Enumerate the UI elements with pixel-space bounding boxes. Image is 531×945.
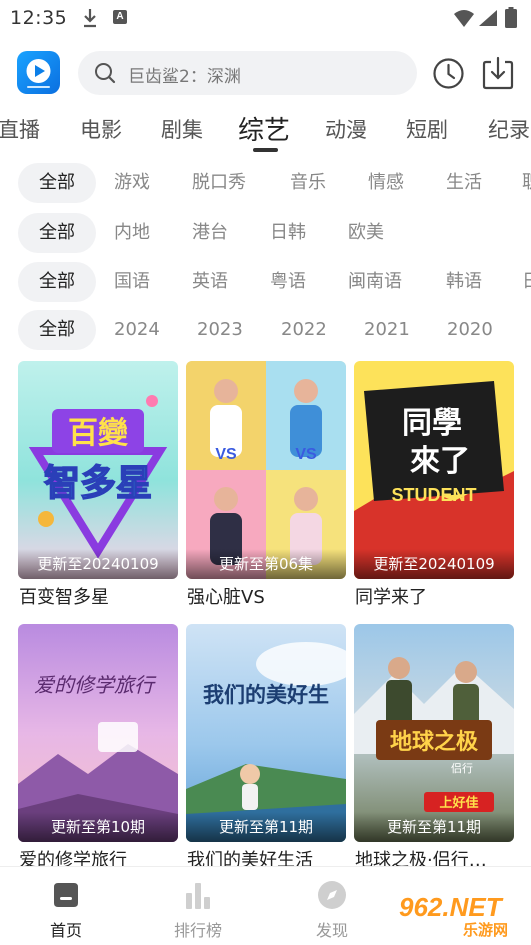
- filter-row-region: 全部 内地 港台 日韩 欧美: [0, 213, 531, 253]
- poster-title-line2: 來了: [410, 444, 470, 479]
- filter-language-cantonese[interactable]: 粤语: [270, 262, 306, 302]
- update-status: 更新至20240109: [354, 549, 514, 579]
- filter-region-mainland[interactable]: 内地: [114, 213, 150, 253]
- update-status: 更新至第11期: [186, 812, 346, 842]
- poster-sponsor: 上好佳: [439, 795, 478, 811]
- filter-language-all[interactable]: 全部: [18, 262, 96, 302]
- filter-row-language: 全部 国语 英语 粤语 闽南语 韩语 日: [0, 262, 531, 302]
- poster-title-line1: 爱的修学旅行: [34, 673, 157, 697]
- filter-genre-game[interactable]: 游戏: [114, 163, 150, 203]
- poster-image[interactable]: 地球之极 侣行 上好佳 更新至第11期: [354, 624, 514, 842]
- home-icon: [54, 883, 78, 907]
- poster-image[interactable]: 百變 智多星 更新至20240109: [18, 361, 178, 579]
- channel-tabs: 直播 电影 剧集 综艺 动漫 短剧 纪录: [0, 108, 531, 158]
- filter-year-2022[interactable]: 2022: [281, 310, 327, 350]
- filter-language-more[interactable]: 日: [522, 262, 531, 302]
- tab-live[interactable]: 直播: [0, 114, 40, 144]
- poster-image[interactable]: VS VS 更新至第06集: [186, 361, 346, 579]
- show-title: 百变智多星: [19, 587, 109, 608]
- nav-ranking-label: 排行榜: [173, 921, 222, 940]
- poster-image[interactable]: 我们的美好生 更新至第11期: [186, 624, 346, 842]
- compass-icon: [318, 881, 346, 909]
- filter-row-year: 全部 2024 2023 2022 2021 2020: [0, 310, 531, 350]
- filter-language-minnan[interactable]: 闽南语: [348, 262, 402, 302]
- filter-language-english[interactable]: 英语: [192, 262, 228, 302]
- poster-title-line3: STUDENT: [392, 485, 477, 505]
- status-bar: 12:35 A: [0, 0, 531, 36]
- search-placeholder: 巨齿鲨2：深渊: [128, 67, 241, 87]
- poster-title-line2: 智多星: [44, 463, 152, 504]
- poster-image[interactable]: 同學 來了 STUDENT 更新至20240109: [354, 361, 514, 579]
- update-status: 更新至第11期: [354, 812, 514, 842]
- filter-genre-emotion[interactable]: 情感: [368, 163, 404, 203]
- app-logo[interactable]: [17, 51, 60, 94]
- download-notification-icon: [84, 9, 96, 28]
- poster-artwork: VS VS: [186, 361, 346, 579]
- poster-title-line1: 我们的美好生: [203, 682, 329, 707]
- poster-artwork: 我们的美好生: [186, 642, 346, 842]
- poster-artwork: 地球之极 侣行 上好佳: [354, 657, 514, 812]
- nav-ranking[interactable]: 排行榜: [153, 867, 243, 945]
- tab-anime[interactable]: 动漫: [325, 114, 367, 144]
- nav-discover-label: 发现: [315, 921, 348, 940]
- battery-icon: [505, 7, 517, 28]
- filter-genre-life[interactable]: 生活: [446, 163, 482, 203]
- active-tab-indicator: [253, 148, 278, 152]
- poster-title-line2: 侣行: [451, 761, 473, 775]
- update-status: 更新至第06集: [186, 549, 346, 579]
- filter-genre-more[interactable]: 职: [522, 163, 531, 203]
- watermark-sub: 乐游网: [463, 921, 509, 939]
- poster-title-line1: 地球之极: [390, 729, 479, 755]
- filter-language-mandarin[interactable]: 国语: [114, 262, 150, 302]
- tab-documentary[interactable]: 纪录: [488, 114, 530, 144]
- poster-image[interactable]: 爱的修学旅行 更新至第10期: [18, 624, 178, 842]
- filter-region-all[interactable]: 全部: [18, 213, 96, 253]
- wifi-icon: [454, 10, 474, 27]
- filter-year-2024[interactable]: 2024: [114, 310, 160, 350]
- poster-vs-badge: VS: [295, 446, 317, 463]
- filter-region-hktw[interactable]: 港台: [192, 213, 228, 253]
- filter-year-2023[interactable]: 2023: [197, 310, 243, 350]
- filter-region-jpkr[interactable]: 日韩: [270, 213, 306, 253]
- filter-genre-all[interactable]: 全部: [18, 163, 96, 203]
- video-play-app-logo-icon: [26, 59, 51, 88]
- filter-genre-music[interactable]: 音乐: [290, 163, 326, 203]
- poster-artwork: 同學 來了 STUDENT: [354, 381, 514, 579]
- nav-home[interactable]: 首页: [21, 867, 111, 945]
- poster-artwork: 百變 智多星: [28, 395, 168, 559]
- filter-language-korean[interactable]: 韩语: [446, 262, 482, 302]
- tab-movies[interactable]: 电影: [80, 114, 122, 144]
- nav-discover[interactable]: 发现: [287, 867, 377, 945]
- tab-series[interactable]: 剧集: [161, 114, 203, 144]
- filter-year-2020[interactable]: 2020: [447, 310, 493, 350]
- show-title: 强心脏VS: [187, 587, 265, 608]
- site-watermark: 962.NET 乐游网: [395, 892, 525, 940]
- nav-home-label: 首页: [49, 921, 82, 940]
- filter-genre-talkshow[interactable]: 脱口秀: [192, 163, 246, 203]
- poster-title-line1: 百變: [68, 416, 128, 451]
- update-status: 更新至第10期: [18, 812, 178, 842]
- search-icon: [95, 63, 116, 84]
- poster-artwork: 爱的修学旅行: [18, 673, 178, 842]
- update-status: 更新至20240109: [18, 549, 178, 579]
- download-icon[interactable]: [482, 56, 514, 90]
- filter-year-all[interactable]: 全部: [18, 310, 96, 350]
- tab-short-drama[interactable]: 短剧: [406, 114, 448, 144]
- history-clock-icon[interactable]: [432, 57, 465, 90]
- filter-region-western[interactable]: 欧美: [348, 213, 384, 253]
- tab-variety[interactable]: 综艺: [238, 110, 290, 147]
- show-title: 同学来了: [355, 587, 427, 608]
- filter-year-2021[interactable]: 2021: [364, 310, 410, 350]
- status-time: 12:35: [10, 7, 68, 29]
- app-notification-icon: A: [113, 10, 127, 24]
- bar-chart-icon: [186, 883, 210, 909]
- poster-vs-badge: VS: [215, 446, 237, 463]
- signal-icon: [479, 10, 497, 26]
- poster-title-line1: 同學: [402, 406, 462, 441]
- search-input[interactable]: 巨齿鲨2：深渊: [78, 51, 417, 95]
- filter-row-genre: 全部 游戏 脱口秀 音乐 情感 生活 职: [0, 163, 531, 203]
